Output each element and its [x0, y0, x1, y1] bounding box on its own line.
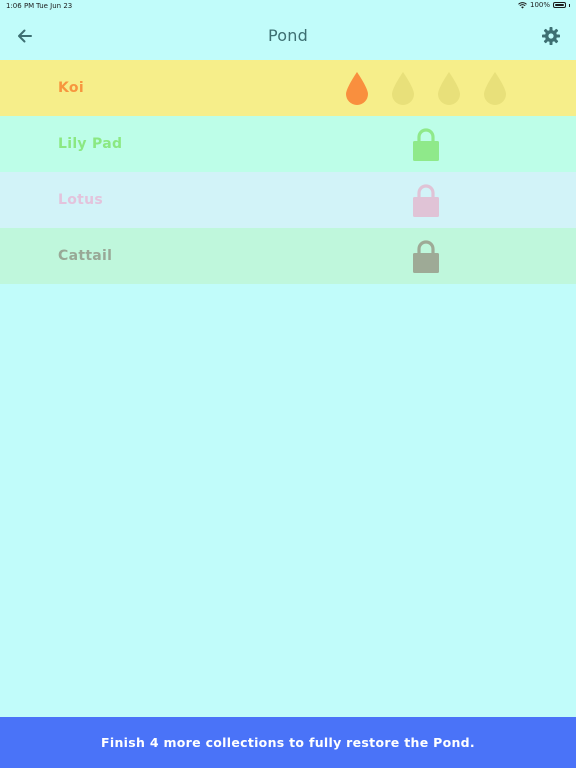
battery-nub — [569, 3, 570, 7]
status-date: Tue Jun 23 — [36, 2, 73, 10]
collection-label: Lotus — [58, 192, 104, 208]
collection-label: Lily Pad — [58, 136, 123, 152]
wifi-icon — [518, 1, 527, 8]
water-drop-icon — [484, 72, 506, 105]
collection-row-lily-pad[interactable]: Lily Pad — [0, 116, 576, 172]
status-right: 100% — [518, 1, 570, 9]
restore-progress-banner: Finish 4 more collections to fully resto… — [0, 717, 576, 768]
lock-icon — [413, 184, 439, 217]
page-title: Pond — [268, 26, 308, 45]
water-drop-icon — [346, 72, 368, 105]
status-bar: 1:06 PM Tue Jun 23 100% — [0, 0, 576, 12]
progress-drops — [344, 70, 508, 106]
water-drop-icon — [392, 72, 414, 105]
gear-icon — [542, 27, 560, 45]
collection-list: Koi Lily Pad Lotus Cattail — [0, 60, 576, 284]
collection-label: Koi — [58, 80, 84, 96]
settings-button[interactable] — [540, 25, 562, 47]
collection-label: Cattail — [58, 248, 113, 264]
collection-row-koi[interactable]: Koi — [0, 60, 576, 116]
battery-icon — [553, 2, 566, 8]
battery-percent: 100% — [529, 1, 550, 9]
nav-bar: Pond — [0, 14, 576, 58]
collection-row-cattail[interactable]: Cattail — [0, 228, 576, 284]
status-time: 1:06 PM — [6, 2, 35, 10]
lock-icon — [413, 240, 439, 273]
water-drop-icon — [438, 72, 460, 105]
restore-message: Finish 4 more collections to fully resto… — [101, 735, 475, 750]
collection-row-lotus[interactable]: Lotus — [0, 172, 576, 228]
lock-icon — [413, 128, 439, 161]
